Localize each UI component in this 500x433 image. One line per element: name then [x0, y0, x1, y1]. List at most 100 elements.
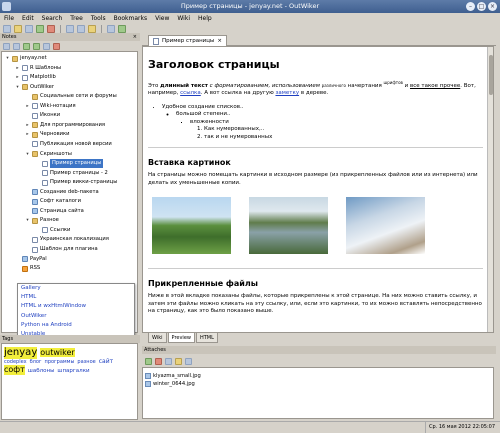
scrollbar[interactable] — [487, 47, 493, 332]
expand-icon[interactable] — [13, 42, 20, 50]
tag[interactable]: jenyay — [4, 347, 38, 359]
collapse-icon[interactable]: ▾ — [25, 150, 30, 159]
tree-node[interactable]: ▸ Matplotlib — [15, 73, 56, 82]
expand-icon[interactable]: ▸ — [25, 130, 30, 139]
tree-node[interactable]: Социальные сети и форумы — [25, 92, 117, 101]
tag[interactable]: шаблоны — [28, 368, 55, 374]
tree-node[interactable]: ▸ R Шаблоны — [15, 64, 61, 73]
page-icon — [42, 179, 48, 186]
back-icon[interactable] — [66, 25, 74, 33]
menu-tree[interactable]: Tree — [70, 13, 83, 24]
tree-node[interactable]: Создание deb-пакета — [25, 188, 99, 197]
tree-node[interactable]: Украинская локализация — [25, 235, 109, 244]
attachment-item[interactable]: winter_0644.jpg — [145, 380, 491, 388]
tab-page[interactable]: Пример страницы × — [148, 35, 227, 46]
menu-wiki[interactable]: Wiki — [177, 13, 190, 24]
tree-node[interactable]: Ссылки — [35, 226, 70, 235]
attachment-item[interactable]: klyazma_small.jpg — [145, 372, 491, 380]
menu-search[interactable]: Search — [42, 13, 63, 24]
tree-node[interactable]: RSS — [15, 264, 40, 273]
expand-icon[interactable]: ▸ — [25, 102, 30, 111]
open-file-icon[interactable] — [175, 357, 182, 365]
expand-icon[interactable]: ▸ — [15, 73, 20, 82]
tag[interactable]: разное — [77, 359, 95, 366]
expand-icon[interactable]: ▸ — [25, 121, 30, 130]
tree-node[interactable]: ▾ OutWiker — [15, 83, 54, 92]
collapse-icon[interactable]: ▾ — [5, 54, 10, 63]
close-icon[interactable]: × — [133, 33, 137, 41]
popup-item[interactable]: HTML — [18, 293, 134, 302]
tab-preview[interactable]: Preview — [167, 333, 195, 343]
popup-item[interactable]: Gallery — [18, 284, 134, 293]
close-icon[interactable]: × — [217, 36, 222, 47]
save-icon[interactable] — [25, 25, 33, 33]
file-icon — [22, 256, 28, 263]
expand-icon[interactable]: ▸ — [15, 64, 20, 73]
link-note[interactable]: заметку — [275, 90, 299, 96]
attachments-list: klyazma_small.jpg winter_0644.jpg — [142, 367, 494, 419]
popup-item[interactable]: Python на Android — [18, 321, 134, 330]
page-icon — [32, 112, 38, 119]
tag[interactable]: софт — [4, 365, 25, 375]
scrollbar-thumb[interactable] — [489, 55, 493, 95]
tree-node[interactable]: Иконки — [25, 111, 60, 120]
minimize-icon[interactable]: – — [466, 2, 475, 11]
maximize-icon[interactable]: □ — [477, 2, 486, 11]
tree-node[interactable]: Пример викки-страницы — [35, 178, 117, 187]
collapse-icon[interactable] — [3, 42, 10, 50]
remove-page-icon[interactable] — [47, 25, 55, 33]
add-note-icon[interactable] — [43, 42, 50, 50]
menu-view[interactable]: View — [155, 13, 169, 24]
menu-tools[interactable]: Tools — [91, 13, 106, 24]
tree-node[interactable]: PayPal — [15, 255, 47, 264]
collapse-icon[interactable]: ▾ — [25, 216, 30, 225]
tree-node[interactable]: Страница сайта — [25, 207, 84, 216]
page-icon — [42, 170, 48, 177]
add-page-icon[interactable] — [36, 25, 44, 33]
close-icon[interactable]: × — [488, 2, 497, 11]
tab-wiki[interactable]: Wiki — [148, 333, 167, 343]
link-example[interactable]: ссылка — [180, 90, 201, 96]
open-icon[interactable] — [14, 25, 22, 33]
menu-file[interactable]: File — [4, 13, 14, 24]
open-folder-icon[interactable] — [185, 357, 192, 365]
file-icon — [32, 198, 38, 205]
menu-edit[interactable]: Edit — [22, 13, 34, 24]
bookmark-icon[interactable] — [118, 25, 126, 33]
paste-link-icon[interactable] — [165, 357, 172, 365]
menu-bookmarks[interactable]: Bookmarks — [114, 13, 148, 24]
tree-node[interactable]: ▸ Для программирования — [25, 121, 105, 130]
tree-node[interactable]: Шаблон для плагина — [25, 245, 98, 254]
tree-node[interactable]: ▸ Wiki-нотация — [25, 102, 76, 111]
attach-icon[interactable] — [107, 25, 115, 33]
reload-icon[interactable] — [88, 25, 96, 33]
forward-icon[interactable] — [77, 25, 85, 33]
tag[interactable]: сайт — [99, 358, 113, 366]
new-icon[interactable] — [3, 25, 11, 33]
attach-file-icon[interactable] — [145, 357, 152, 365]
move-up-icon[interactable] — [23, 42, 30, 50]
tree-node[interactable]: ▸ Черновики — [25, 130, 70, 139]
tag[interactable]: codeplex — [4, 359, 27, 366]
tree-node[interactable]: Публикация новой версии — [25, 140, 112, 149]
tag[interactable]: программы — [45, 359, 75, 366]
tree-node[interactable]: ▾ jenyay.net — [5, 54, 47, 63]
move-down-icon[interactable] — [33, 42, 40, 50]
tree-node[interactable]: ▾ Скриншоты — [25, 150, 72, 159]
delete-note-icon[interactable] — [53, 42, 60, 50]
file-icon — [32, 189, 38, 196]
menu-help[interactable]: Help — [198, 13, 212, 24]
tag[interactable]: outwiker — [40, 348, 75, 358]
tree-node[interactable]: Пример страницы - 2 — [35, 169, 108, 178]
remove-file-icon[interactable] — [155, 357, 162, 365]
tree-node[interactable]: ▾ Разное — [25, 216, 59, 225]
tab-html[interactable]: HTML — [195, 333, 218, 343]
tag[interactable]: шпаргалки — [57, 368, 89, 374]
tree-node[interactable]: Пример страницы — [35, 159, 104, 169]
popup-item[interactable]: HTML и wxHtmlWindow — [18, 302, 134, 311]
tree-node[interactable]: Софт каталоги — [25, 197, 81, 206]
collapse-icon[interactable]: ▾ — [15, 83, 20, 92]
popup-item[interactable]: OutWiker — [18, 312, 134, 321]
page-icon — [32, 141, 38, 148]
tag[interactable]: блог — [30, 359, 42, 366]
